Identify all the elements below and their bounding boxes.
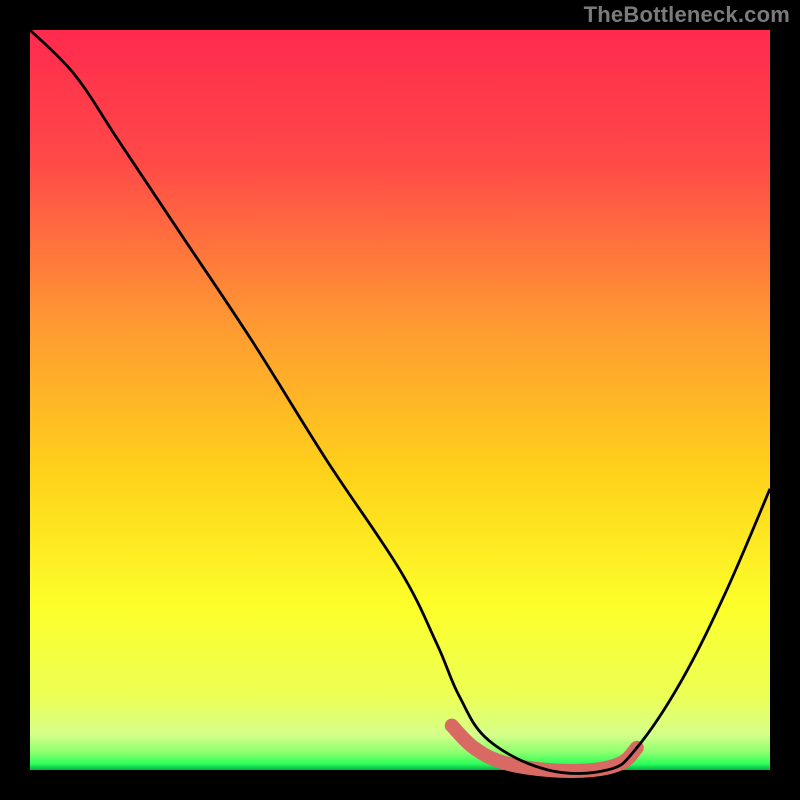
chart-svg xyxy=(0,0,800,800)
stage: TheBottleneck.com xyxy=(0,0,800,800)
plot-background xyxy=(30,30,770,770)
watermark-text: TheBottleneck.com xyxy=(584,2,790,28)
